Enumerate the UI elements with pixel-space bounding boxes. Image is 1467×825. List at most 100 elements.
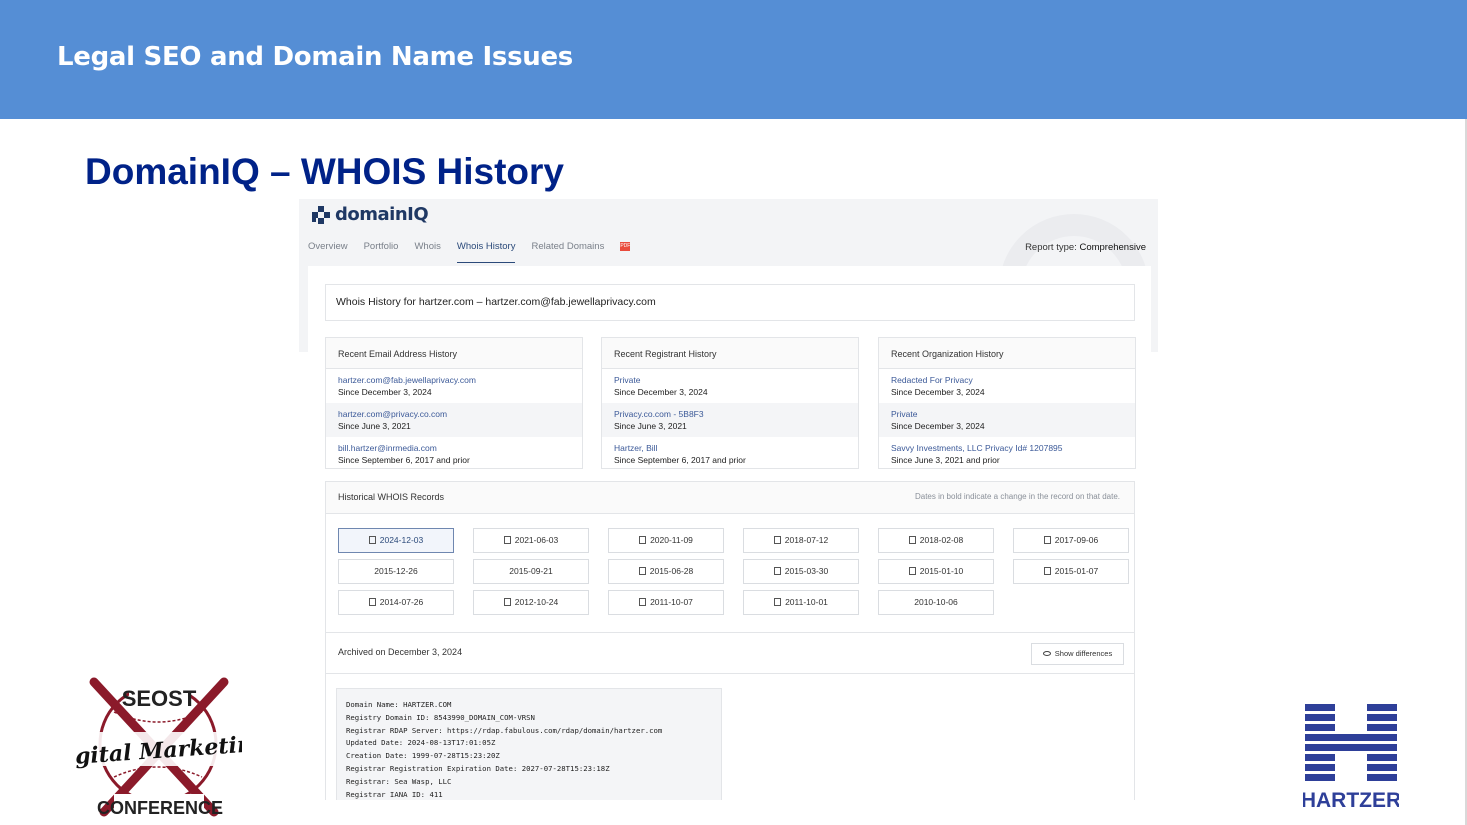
report-type-label: Report type: bbox=[1025, 242, 1077, 253]
date-button[interactable]: 2021-06-03 bbox=[473, 528, 589, 553]
date-label: 2011-10-07 bbox=[650, 597, 693, 607]
historical-records-panel: Historical WHOIS Records Dates in bold i… bbox=[325, 481, 1135, 800]
list-item: Redacted For Privacy Since December 3, 2… bbox=[879, 369, 1135, 403]
organization-link[interactable]: Redacted For Privacy bbox=[891, 374, 1123, 386]
date-button[interactable]: 2015-06-28 bbox=[608, 559, 724, 584]
since-text: Since December 3, 2024 bbox=[614, 387, 708, 397]
nav-tabs: Overview Portfolio Whois Whois History R… bbox=[308, 241, 631, 263]
email-history-panel: Recent Email Address History hartzer.com… bbox=[325, 337, 583, 469]
seost-conference-logo: SEOST Digital Marketing CONFERENCE bbox=[74, 677, 242, 817]
since-text: Since June 3, 2021 bbox=[338, 421, 411, 431]
show-differences-label: Show differences bbox=[1054, 649, 1113, 658]
tab-portfolio[interactable]: Portfolio bbox=[364, 241, 399, 263]
report-type: Report type: Comprehensive bbox=[1025, 242, 1146, 253]
date-button[interactable]: 2010-10-06 bbox=[878, 590, 994, 615]
list-item: Privacy.co.com - 5B8F3 Since June 3, 202… bbox=[602, 403, 858, 437]
since-text: Since June 3, 2021 and prior bbox=[891, 455, 1000, 465]
registrant-history-panel: Recent Registrant History Private Since … bbox=[601, 337, 859, 469]
logo-mark-icon bbox=[312, 205, 330, 224]
date-label: 2017-09-06 bbox=[1054, 535, 1099, 545]
pdf-icon[interactable]: PDF bbox=[620, 242, 631, 251]
since-text: Since September 6, 2017 and prior bbox=[338, 455, 470, 465]
title-banner: Legal SEO and Domain Name Issues bbox=[0, 0, 1467, 119]
tab-whois-history[interactable]: Whois History bbox=[456, 241, 516, 263]
date-label: 2018-07-12 bbox=[784, 535, 829, 545]
date-button[interactable]: 2018-07-12 bbox=[743, 528, 859, 553]
archived-bar: Archived on December 3, 2024 Show differ… bbox=[326, 632, 1134, 674]
date-button[interactable]: 2014-07-26 bbox=[338, 590, 454, 615]
date-label: 2015-01-10 bbox=[919, 566, 964, 576]
tab-whois[interactable]: Whois bbox=[414, 241, 440, 263]
domainiq-screenshot: domainIQ Overview Portfolio Whois Whois … bbox=[299, 199, 1158, 800]
date-label: 2021-06-03 bbox=[514, 535, 559, 545]
show-differences-button[interactable]: Show differences bbox=[1031, 643, 1124, 665]
archived-label: Archived on December 3, 2024 bbox=[338, 647, 463, 657]
since-text: Since September 6, 2017 and prior bbox=[614, 455, 746, 465]
since-text: Since December 3, 2024 bbox=[338, 387, 432, 397]
slide-title: DomainIQ – WHOIS History bbox=[85, 151, 565, 192]
document-icon bbox=[503, 536, 511, 544]
since-text: Since June 3, 2021 bbox=[614, 421, 687, 431]
document-icon bbox=[773, 536, 781, 544]
document-icon bbox=[638, 567, 646, 575]
document-icon bbox=[773, 567, 781, 575]
seost-bottom-text: CONFERENCE bbox=[97, 798, 223, 817]
list-item: Private Since December 3, 2024 bbox=[879, 403, 1135, 437]
domainiq-logo[interactable]: domainIQ bbox=[312, 204, 429, 225]
date-label: 2015-01-07 bbox=[1054, 566, 1099, 576]
document-icon bbox=[774, 598, 782, 606]
document-icon bbox=[1043, 567, 1051, 575]
whois-history-header: Whois History for hartzer.com – hartzer.… bbox=[325, 284, 1135, 321]
date-label: 2018-02-08 bbox=[919, 535, 964, 545]
email-link[interactable]: bill.hartzer@inrmedia.com bbox=[338, 442, 570, 454]
date-button[interactable]: 2015-01-10 bbox=[878, 559, 994, 584]
date-label: 2015-03-30 bbox=[784, 566, 829, 576]
raw-whois-record: Domain Name: HARTZER.COM Registry Domain… bbox=[336, 688, 722, 800]
date-button[interactable]: 2015-03-30 bbox=[743, 559, 859, 584]
organization-link[interactable]: Savvy Investments, LLC Privacy Id# 12078… bbox=[891, 442, 1123, 454]
registrant-link[interactable]: Private bbox=[614, 374, 846, 386]
since-text: Since December 3, 2024 bbox=[891, 421, 985, 431]
date-label: 2011-10-01 bbox=[785, 597, 828, 607]
organization-link[interactable]: Private bbox=[891, 408, 1123, 420]
list-item: hartzer.com@privacy.co.com Since June 3,… bbox=[326, 403, 582, 437]
date-button[interactable]: 2018-02-08 bbox=[878, 528, 994, 553]
date-button[interactable]: 2015-01-07 bbox=[1013, 559, 1129, 584]
document-icon bbox=[908, 536, 916, 544]
date-label: 2020-11-09 bbox=[650, 535, 693, 545]
document-icon bbox=[908, 567, 916, 575]
date-button[interactable]: 2011-10-01 bbox=[743, 590, 859, 615]
date-button[interactable]: 2024-12-03 bbox=[338, 528, 454, 553]
date-button[interactable]: 2020-11-09 bbox=[608, 528, 724, 553]
since-text: Since December 3, 2024 bbox=[891, 387, 985, 397]
list-item: Hartzer, Bill Since September 6, 2017 an… bbox=[602, 437, 858, 471]
date-label: 2014-07-26 bbox=[379, 597, 424, 607]
organization-history-title: Recent Organization History bbox=[879, 338, 1135, 369]
registrant-history-title: Recent Registrant History bbox=[602, 338, 858, 369]
date-button[interactable]: 2011-10-07 bbox=[608, 590, 724, 615]
report-type-value: Comprehensive bbox=[1079, 242, 1146, 253]
date-label: 2010-10-06 bbox=[914, 597, 958, 607]
date-button[interactable]: 2015-12-26 bbox=[338, 559, 454, 584]
date-button[interactable]: 2012-10-24 bbox=[473, 590, 589, 615]
date-label: 2015-09-21 bbox=[509, 566, 553, 576]
date-button[interactable]: 2015-09-21 bbox=[473, 559, 589, 584]
date-label: 2015-12-26 bbox=[374, 566, 418, 576]
email-link[interactable]: hartzer.com@privacy.co.com bbox=[338, 408, 570, 420]
logo-text: domainIQ bbox=[335, 204, 429, 225]
list-item: Private Since December 3, 2024 bbox=[602, 369, 858, 403]
tab-related-domains[interactable]: Related Domains bbox=[531, 241, 604, 263]
date-label: 2012-10-24 bbox=[514, 597, 559, 607]
email-link[interactable]: hartzer.com@fab.jewellaprivacy.com bbox=[338, 374, 570, 386]
registrant-link[interactable]: Privacy.co.com - 5B8F3 bbox=[614, 408, 846, 420]
date-button[interactable]: 2017-09-06 bbox=[1013, 528, 1129, 553]
list-item: hartzer.com@fab.jewellaprivacy.com Since… bbox=[326, 369, 582, 403]
records-note: Dates in bold indicate a change in the r… bbox=[914, 492, 1120, 501]
organization-history-panel: Recent Organization History Redacted For… bbox=[878, 337, 1136, 469]
seost-top-text: SEOST bbox=[122, 686, 197, 711]
list-item: bill.hartzer@inrmedia.com Since Septembe… bbox=[326, 437, 582, 471]
eye-icon bbox=[1042, 651, 1051, 656]
document-icon bbox=[368, 598, 376, 606]
tab-overview[interactable]: Overview bbox=[308, 241, 348, 263]
registrant-link[interactable]: Hartzer, Bill bbox=[614, 442, 846, 454]
